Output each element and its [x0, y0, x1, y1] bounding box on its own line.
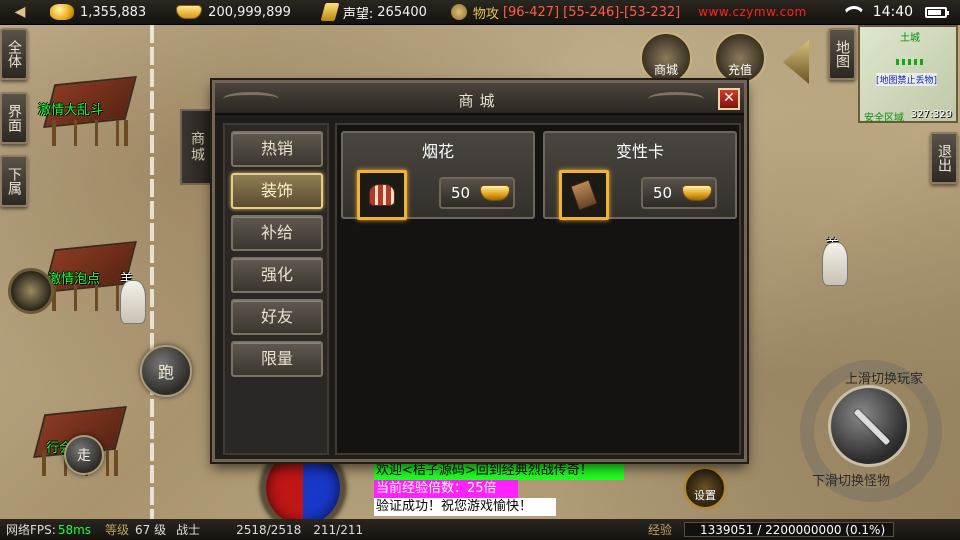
item-card-gender-card[interactable]: 变性卡 50	[543, 131, 737, 220]
category-supply[interactable]: 补给	[231, 215, 323, 251]
walk-button[interactable]: 走	[64, 435, 104, 475]
top-status-bar: ◀ 1,355,883 200,999,899 声望: 265400 物攻 [9…	[0, 0, 960, 25]
reputation-stat: 声望: 265400	[320, 3, 427, 22]
chat-line-exp: 当前经验倍数：25倍	[374, 480, 518, 498]
shop-top-label: 商城	[653, 63, 678, 77]
minimap-coords: 327:329	[910, 109, 952, 120]
ingot-stat: 200,999,899	[176, 5, 291, 20]
reputation-icon	[320, 3, 340, 21]
item-name: 烟花	[421, 142, 454, 161]
stat3-value: -[53-232]	[619, 4, 681, 20]
map-button[interactable]: 地图	[828, 28, 856, 80]
shop-header: 商城 ✕	[215, 83, 744, 115]
attack-icon	[450, 4, 467, 20]
attack-sword-icon[interactable]	[828, 385, 910, 467]
minimap-safe-label: 安全区域	[864, 113, 904, 124]
bottom-status-bar: 网络FPS: 58ms 等级 67 级 战士 2518/2518 211/211…	[0, 519, 960, 540]
buy-button[interactable]: 50	[641, 177, 717, 209]
level-value: 67 级	[135, 523, 167, 537]
mp-value: 211/211	[313, 522, 364, 537]
attack-value: [96-427]	[502, 4, 560, 20]
category-limited[interactable]: 限量	[231, 341, 323, 377]
minimap-markers	[896, 59, 926, 65]
category-list: 热销 装饰 补给 强化 好友 限量	[223, 123, 329, 455]
item-slot[interactable]	[559, 170, 609, 220]
attack-label: 物攻	[472, 6, 499, 22]
recharge-top-label: 充值	[727, 63, 752, 77]
reputation-label: 声望:	[342, 6, 374, 22]
gold-ingot-icon	[176, 5, 203, 19]
site-watermark: www.czymw.com	[698, 5, 807, 19]
goat-monster-1[interactable]	[120, 280, 146, 324]
item-slot[interactable]	[357, 170, 407, 220]
clock: 14:40	[872, 4, 914, 20]
category-enhance[interactable]: 强化	[231, 257, 323, 293]
category-hot[interactable]: 热销	[231, 131, 323, 167]
gold-ingot-icon	[682, 185, 713, 201]
close-button[interactable]: ✕	[718, 88, 740, 110]
reputation-value: 265400	[377, 4, 427, 20]
level-label: 等级	[105, 523, 130, 537]
menu-subordinate-button[interactable]: 下属	[0, 155, 28, 207]
header-ornament-right	[648, 92, 704, 106]
card-icon	[570, 179, 598, 211]
goat-monster-2[interactable]	[822, 242, 848, 286]
shop-side-tab[interactable]: 商城	[180, 109, 212, 185]
exp-value: 1339051 / 2200000000 (0.1%)	[700, 522, 886, 537]
stat2-value: [55-246]	[563, 4, 620, 20]
swipe-hint-top: 上滑切换玩家	[845, 372, 924, 387]
item-price: 50	[653, 184, 673, 202]
map-path-line	[150, 25, 154, 540]
gold-coin-icon	[50, 4, 74, 20]
settings-label: 设置	[694, 489, 716, 502]
shop-top-button[interactable]: 商城	[640, 32, 692, 84]
hp-value: 2518/2518	[236, 522, 302, 537]
gold-stat: 1,355,883	[50, 4, 146, 20]
minimap-zone: [地图禁止丢物]	[876, 73, 938, 86]
exp-label: 经验	[648, 523, 673, 537]
class-value: 战士	[176, 523, 201, 537]
boss-avatar-icon[interactable]	[8, 268, 54, 314]
item-card-firework[interactable]: 烟花 50	[341, 131, 535, 220]
back-arrow-icon[interactable]: ◀	[0, 4, 40, 20]
buy-button[interactable]: 50	[439, 177, 515, 209]
npc-name-2[interactable]: 激情泡点	[48, 268, 100, 287]
menu-interface-button[interactable]: 界面	[0, 92, 28, 144]
gold-ingot-icon	[480, 185, 511, 201]
fps-value: 58ms	[57, 522, 92, 537]
ingot-value: 200,999,899	[208, 4, 291, 20]
chat-line-welcome: 欢迎<桔子源码>回到经典烈战传奇！	[374, 462, 624, 480]
swipe-hint-bottom: 下滑切换怪物	[812, 474, 891, 489]
battery-icon	[925, 6, 950, 18]
item-grid: 烟花 50 变性卡 50	[335, 123, 741, 455]
gold-value: 1,355,883	[80, 4, 147, 20]
recharge-top-button[interactable]: 充值	[714, 32, 766, 84]
minimap[interactable]: 土城 [地图禁止丢物] 安全区域 327:329	[858, 25, 958, 124]
chat-box[interactable]: 欢迎<桔子源码>回到经典烈战传奇！ 当前经验倍数：25倍 验证成功！祝您游戏愉快…	[374, 462, 630, 519]
category-decoration[interactable]: 装饰	[231, 173, 323, 209]
category-friend[interactable]: 好友	[231, 299, 323, 335]
settings-gear-button[interactable]: 设置	[683, 466, 727, 510]
minimap-title: 土城	[900, 33, 920, 44]
wifi-icon	[843, 6, 859, 18]
shop-dialog: 商城 ✕ 热销 装饰 补给 强化 好友 限量 烟花 50 变性卡 50	[212, 80, 747, 462]
menu-all-button[interactable]: 全体	[0, 28, 28, 80]
exit-button[interactable]: 退出	[930, 132, 958, 184]
npc-name-1[interactable]: 激情大乱斗	[38, 99, 103, 118]
chat-line-verify: 验证成功！祝您游戏愉快！	[374, 498, 556, 516]
item-name: 变性卡	[615, 142, 664, 161]
attack-stat: 物攻 [96-427] [55-246] -[53-232]	[450, 3, 681, 22]
item-price: 50	[451, 184, 471, 202]
firework-icon	[369, 184, 395, 206]
fps-label: 网络FPS:	[6, 523, 56, 537]
run-button[interactable]: 跑	[140, 345, 192, 397]
